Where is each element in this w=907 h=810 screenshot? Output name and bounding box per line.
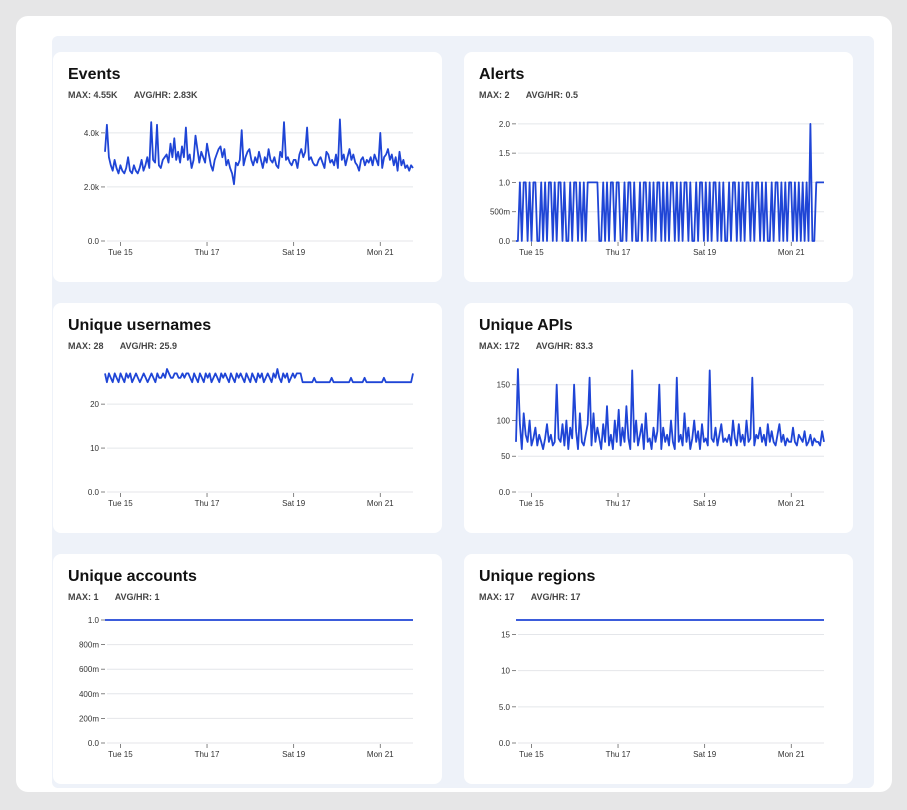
x-tick-label: Sat 19 <box>282 750 306 759</box>
y-tick-label: 5.0 <box>499 703 511 712</box>
y-tick-label: 100 <box>497 416 511 425</box>
events-card: Events MAX: 4.55K AVG/HR: 2.83K 0.0 2.0k 4… <box>53 52 442 282</box>
x-tick-label: Tue 15 <box>519 750 544 759</box>
y-tick-label: 1.5 <box>499 149 511 158</box>
y-tick-label: 150 <box>497 381 511 390</box>
y-tick-label: 400m <box>79 690 99 699</box>
y-tick-label: 0.0 <box>499 237 511 246</box>
y-tick-label: 1.0 <box>88 616 100 625</box>
x-tick-label: Sat 19 <box>693 499 717 508</box>
x-tick-label: Mon 21 <box>778 499 805 508</box>
y-tick-label: 10 <box>501 667 510 676</box>
y-tick-label: 10 <box>90 444 99 453</box>
y-tick-label: 20 <box>90 400 99 409</box>
x-tick-label: Tue 15 <box>108 248 133 257</box>
y-tick-label: 15 <box>501 630 510 639</box>
x-tick-label: Sat 19 <box>693 750 717 759</box>
unique-accounts-chart: 0.0 200m 400m 600m 800m 1.0 Tue 15 Thu 17 Sat 19… <box>79 616 413 759</box>
unique-apis-chart: 0.0 50 100 150 Tue 15 Thu 17 Sat 19 Mon 21 <box>497 368 825 508</box>
x-tick-label: Sat 19 <box>693 248 717 257</box>
series-line <box>515 368 825 451</box>
unique-usernames-chart: 0.0 10 20 Tue 15 Thu 17 Sat 19 Mon 21 <box>88 368 414 508</box>
series-line <box>104 118 414 186</box>
x-tick-label: Thu 17 <box>606 499 631 508</box>
x-tick-label: Mon 21 <box>778 750 805 759</box>
unique-usernames-card: Unique usernames MAX: 28 AVG/HR: 25.9 0.… <box>53 303 442 533</box>
y-tick-label: 2.0k <box>84 183 100 192</box>
dashboard-container: Events MAX: 4.55K AVG/HR: 2.83K 0.0 2.0k 4… <box>16 16 892 792</box>
y-tick-label: 0.0 <box>499 488 511 497</box>
x-tick-label: Mon 21 <box>367 750 394 759</box>
x-tick-label: Tue 15 <box>519 499 544 508</box>
series-line <box>104 368 414 384</box>
y-tick-label: 4.0k <box>84 129 100 138</box>
events-chart: 0.0 2.0k 4.0k Tue 15 Thu 17 Sat 19 Mon 21 <box>84 118 414 257</box>
x-tick-label: Sat 19 <box>282 499 306 508</box>
x-tick-label: Mon 21 <box>778 248 805 257</box>
x-tick-label: Thu 17 <box>195 750 220 759</box>
y-tick-label: 0.0 <box>499 739 511 748</box>
y-tick-label: 500m <box>490 208 510 217</box>
y-tick-label: 600m <box>79 665 99 674</box>
x-tick-label: Mon 21 <box>367 248 394 257</box>
x-tick-label: Mon 21 <box>367 499 394 508</box>
y-tick-label: 0.0 <box>88 237 100 246</box>
unique-apis-card: Unique APIs MAX: 172 AVG/HR: 83.3 0.0 50 1… <box>464 303 853 533</box>
x-tick-label: Tue 15 <box>108 750 133 759</box>
alerts-chart: 0.0 500m 1.0 1.5 2.0 Tue 15 Thu 17 Sat 19 Mon 21 <box>490 120 824 257</box>
x-tick-label: Thu 17 <box>606 750 631 759</box>
unique-accounts-card: Unique accounts MAX: 1 AVG/HR: 1 0.0 200m… <box>53 554 442 784</box>
x-tick-label: Thu 17 <box>606 248 631 257</box>
y-tick-label: 2.0 <box>499 120 511 129</box>
y-tick-label: 50 <box>501 452 510 461</box>
y-tick-label: 800m <box>79 641 99 650</box>
unique-regions-card: Unique regions MAX: 17 AVG/HR: 17 0.0 5.0… <box>464 554 853 784</box>
y-tick-label: 0.0 <box>88 739 100 748</box>
y-tick-label: 1.0 <box>499 178 511 187</box>
x-tick-label: Tue 15 <box>519 248 544 257</box>
unique-regions-chart: 0.0 5.0 10 15 Tue 15 Thu 17 Sat 19 Mon 21 <box>499 619 824 759</box>
x-tick-label: Thu 17 <box>195 499 220 508</box>
metrics-grid: Events MAX: 4.55K AVG/HR: 2.83K 0.0 2.0k 4… <box>52 36 874 788</box>
x-tick-label: Tue 15 <box>108 499 133 508</box>
y-tick-label: 0.0 <box>88 488 100 497</box>
y-tick-label: 200m <box>79 714 99 723</box>
x-tick-label: Sat 19 <box>282 248 306 257</box>
x-tick-label: Thu 17 <box>195 248 220 257</box>
alerts-card: Alerts MAX: 2 AVG/HR: 0.5 0.0 500m 1.0 1.5 2… <box>464 52 853 282</box>
